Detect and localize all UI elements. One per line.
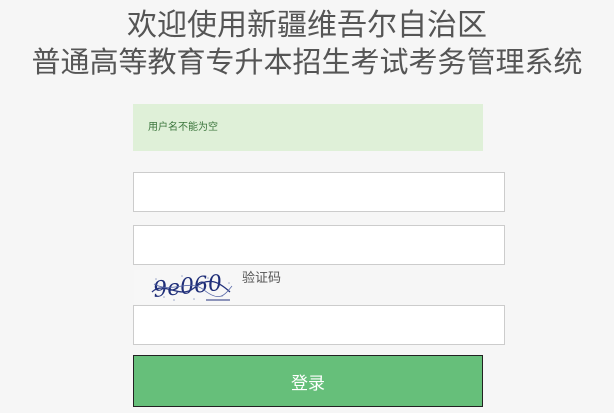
validation-alert-message: 用户名不能为空 [148,122,218,133]
captcha-graphic: 9e060 [134,270,240,304]
page-title-line2: 普通高等教育专升本招生考试考务管理系统 [31,45,583,79]
login-button[interactable]: 登录 [133,355,483,407]
username-input[interactable] [133,172,505,212]
validation-alert: 用户名不能为空 [133,104,483,151]
page-title: 欢迎使用新疆维吾尔自治区 普通高等教育专升本招生考试考务管理系统 [0,8,614,80]
captcha-image[interactable]: 9e060 [134,270,240,304]
password-input[interactable] [133,225,505,265]
captcha-input[interactable] [133,305,505,345]
page-title-line1: 欢迎使用新疆维吾尔自治区 [127,8,487,43]
captcha-label: 验证码 [242,271,282,286]
login-page: 欢迎使用新疆维吾尔自治区 普通高等教育专升本招生考试考务管理系统 用户名不能为空… [0,0,614,413]
